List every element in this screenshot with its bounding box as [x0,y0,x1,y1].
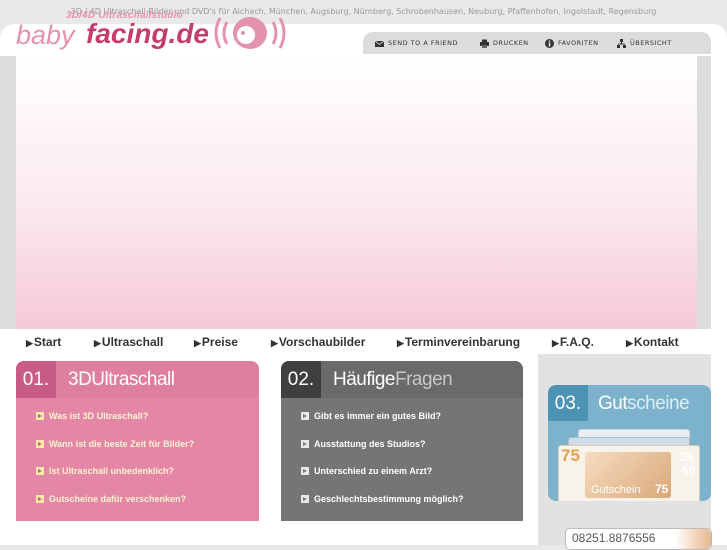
bullet-arrow-icon [36,494,44,503]
nav-vorschaubilder[interactable]: Vorschaubilder [271,335,365,349]
nav-start[interactable]: Start [26,335,61,349]
logo-text-baby: baby [16,20,75,50]
voucher-value: 75 [655,482,669,496]
bullet-arrow-icon [36,467,44,475]
printer-icon [480,39,489,48]
favorites-label: FAVORITEN [558,39,599,47]
list-item-label: Was ist 3D Ultraschall? [49,411,149,421]
contact-photo [675,529,711,549]
ultraschall-box: 01. 3DUltraschall Was ist 3D Ultraschall… [16,361,259,521]
bullet-arrow-icon [36,412,44,420]
faq-link-list: Gibt es immer ein gutes Bild? Ausstattun… [301,411,464,521]
box-title: Gutscheine [598,385,690,422]
box-number: 01. [16,361,56,398]
phone-box[interactable]: 08251.8876556 [565,528,712,550]
box-number: 02. [281,361,321,398]
list-item-label: Unterschied zu einem Arzt? [314,466,433,476]
print-label: DRUCKEN [493,39,529,47]
utility-bar: SEND TO A FRIEND DRUCKEN FAVORITEN ÜBERS… [363,32,711,54]
gutscheine-box[interactable]: 03. Gutscheine 75 25 50 Gutschein 75 [548,385,711,501]
nav-preise[interactable]: Preise [194,335,238,349]
voucher-images: 75 25 50 Gutschein 75 [558,429,708,501]
list-item[interactable]: Geschlechtsbestimmung möglich? [301,494,464,522]
overview-link[interactable]: ÜBERSICHT [617,38,672,49]
logo-baby-icon [214,17,286,49]
info-icon [545,38,554,48]
header-banner [16,56,697,329]
bullet-arrow-icon [36,439,44,448]
bullet-arrow-icon [301,467,309,475]
ultraschall-link-list: Was ist 3D Ultraschall? Wann ist die bes… [36,411,194,521]
box-title: HäufigeFragen [333,361,453,398]
box-number: 03. [548,385,588,421]
send-to-friend-label: SEND TO A FRIEND [388,39,458,47]
list-item-label: Geschlechtsbestimmung möglich? [314,493,464,504]
bullet-arrow-icon [301,439,309,448]
envelope-icon [374,39,385,48]
list-item[interactable]: Ausstattung des Studios? [301,439,464,467]
box-title-part1: 3D [68,369,92,390]
bullet-arrow-icon [301,494,309,503]
logo-text-facing: facing.de [86,18,209,49]
nav-kontakt[interactable]: Kontakt [626,335,679,349]
nav-terminvereinbarung[interactable]: Terminvereinbarung [397,335,520,349]
list-item[interactable]: Ist Ultraschall unbedenklich? [36,466,194,494]
send-to-friend-link[interactable]: SEND TO A FRIEND [374,38,458,49]
list-item[interactable]: Was ist 3D Ultraschall? [36,411,194,439]
list-item-label: Ist Ultraschall unbedenklich? [49,466,175,476]
list-item-label: Ausstattung des Studios? [314,438,426,449]
list-item[interactable]: Gibt es immer ein gutes Bild? [301,411,464,439]
voucher-card: 75 25 50 Gutschein 75 [558,445,700,501]
box-title-part1: Gut [598,393,628,414]
main-navigation: Start Ultraschall Preise Vorschaubilder … [0,331,711,353]
bullet-arrow-icon [301,412,309,420]
list-item-label: Gibt es immer ein gutes Bild? [314,411,442,421]
voucher-value: 75 [561,446,580,465]
box-title: 3DUltraschall [68,361,175,398]
voucher-label: Gutschein [591,484,641,496]
site-logo[interactable]: 3D/4D Ultraschallstudio baby facing.de [16,10,296,56]
sitemap-icon [617,38,626,48]
box-title-part2: scheine [627,393,690,414]
favorites-link[interactable]: FAVORITEN [545,38,599,49]
overview-label: ÜBERSICHT [630,39,672,47]
list-item[interactable]: Wann ist die beste Zeit für Bilder? [36,439,194,467]
faq-box: 02. HäufigeFragen Gibt es immer ein gute… [281,361,523,521]
list-item-label: Gutscheine dafür verschenken? [49,493,187,504]
print-link[interactable]: DRUCKEN [480,38,529,49]
nav-ultraschall[interactable]: Ultraschall [94,335,163,349]
list-item[interactable]: Unterschied zu einem Arzt? [301,466,464,494]
list-item-label: Wann ist die beste Zeit für Bilder? [49,438,195,449]
faq-box-header: 02. HäufigeFragen [281,361,523,398]
nav-faq[interactable]: F.A.Q. [552,335,594,349]
ultraschall-box-header: 01. 3DUltraschall [16,361,259,398]
voucher-value: 25 [679,450,693,464]
box-title-part2: Ultraschall [91,369,175,390]
voucher-value: 50 [681,464,695,478]
box-title-part2: Fragen [395,369,453,390]
box-title-part1: Häufige [333,369,396,390]
list-item[interactable]: Gutscheine dafür verschenken? [36,494,194,522]
phone-number: 08251.8876556 [572,531,656,545]
